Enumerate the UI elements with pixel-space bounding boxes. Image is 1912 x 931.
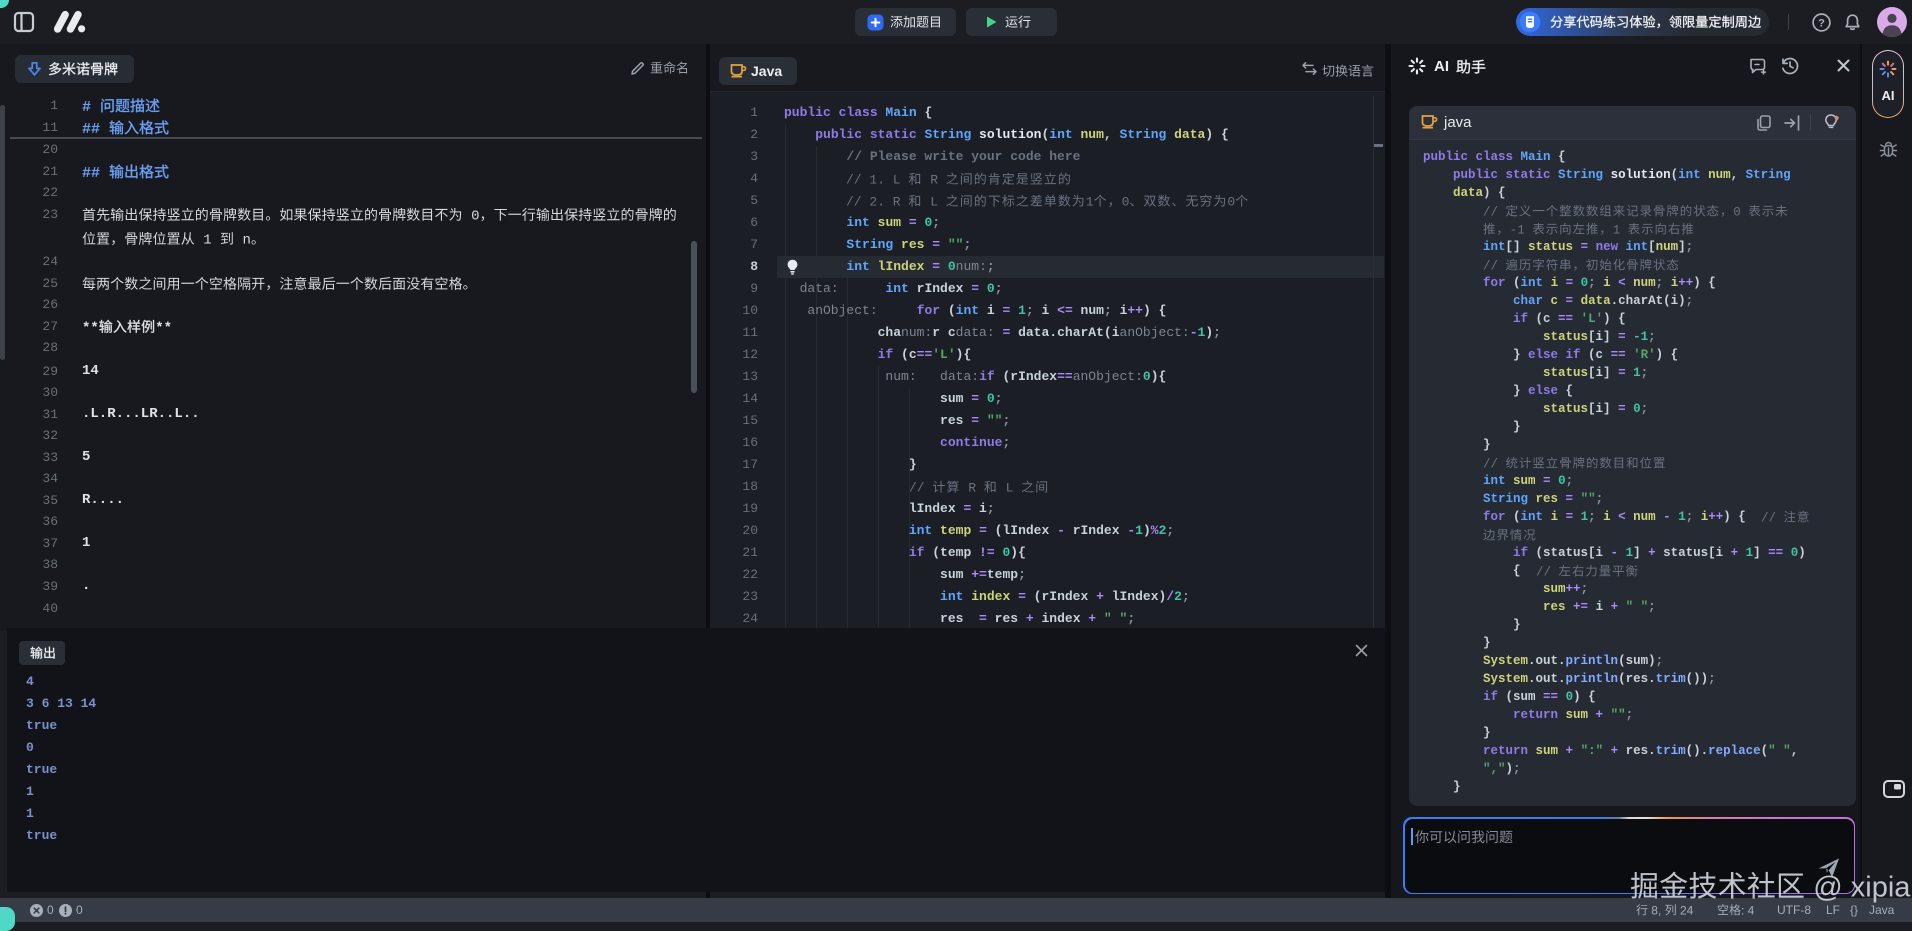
svg-text:n: n (243, 232, 251, 248)
svg-text://: // (1483, 259, 1498, 273)
svg-text:0: 0 (1122, 195, 1130, 210)
svg-text:0: 0 (1228, 195, 1236, 210)
svg-text:@ xipian: @ xipian (1813, 871, 1912, 903)
svg-text:-1: -1 (1510, 223, 1525, 237)
svg-text:R: R (968, 481, 976, 496)
svg-text:?: ? (1818, 17, 1825, 29)
svg-text:##: ## (82, 165, 100, 182)
svg-text://: // (909, 481, 925, 496)
svg-text:##: ## (82, 121, 100, 138)
svg-text:R: R (931, 173, 939, 188)
svg-text://: // (1483, 457, 1498, 471)
svg-text:0: 0 (1733, 205, 1741, 219)
svg-text://: // (1536, 565, 1551, 579)
svg-text:**: ** (155, 320, 172, 336)
svg-text:1: 1 (1613, 223, 1621, 237)
svg-text:#: # (82, 99, 91, 116)
svg-text:// 2. R: // 2. R (846, 195, 901, 210)
svg-text:0: 0 (471, 209, 479, 225)
svg-text:L: L (1005, 481, 1013, 496)
svg-text:L: L (931, 195, 939, 210)
svg-text:**: ** (82, 320, 99, 336)
svg-text:1: 1 (1086, 195, 1094, 210)
svg-text://: // (1761, 511, 1776, 525)
svg-text:// 1. L: // 1. L (846, 173, 901, 188)
svg-text:1: 1 (203, 232, 211, 248)
svg-text://: // (1483, 205, 1498, 219)
